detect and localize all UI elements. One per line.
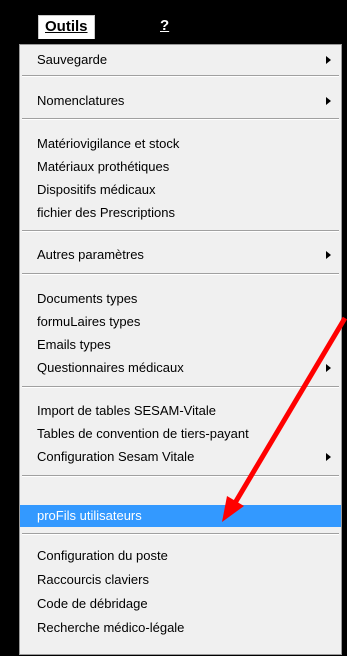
outils-dropdown-menu: Sauvegarde Nomenclatures Matériovigilanc… <box>19 44 342 655</box>
menu-item-emails-types[interactable]: Emails types <box>20 334 341 356</box>
submenu-arrow-icon <box>326 97 331 105</box>
menu-item-label: Questionnaires médicaux <box>37 360 184 375</box>
menu-item-sauvegarde[interactable]: Sauvegarde <box>20 49 341 71</box>
menu-item-label: Code de débridage <box>37 596 148 611</box>
menu-separator <box>22 230 339 232</box>
menu-separator <box>22 533 339 535</box>
menu-help[interactable]: ? <box>160 17 169 34</box>
menu-item-formulaires-types[interactable]: formuLaires types <box>20 311 341 333</box>
menu-item-profils-utilisateurs[interactable]: proFils utilisateurs <box>20 505 341 527</box>
menu-outils-label: Outils <box>45 18 88 35</box>
menu-item-nomenclatures[interactable]: Nomenclatures <box>20 90 341 112</box>
menu-item-label: Tables de convention de tiers-payant <box>37 426 249 441</box>
menu-item-label: proFils utilisateurs <box>37 508 142 523</box>
menu-item-questionnaires[interactable]: Questionnaires médicaux <box>20 357 341 379</box>
menu-separator <box>22 118 339 120</box>
menu-item-dispositifs-medicaux[interactable]: Dispositifs médicaux <box>20 179 341 201</box>
menu-item-label: Matériaux prothétiques <box>37 159 170 174</box>
menu-item-prescriptions[interactable]: fichier des Prescriptions <box>20 202 341 224</box>
menu-item-label: Sauvegarde <box>37 52 108 67</box>
menu-item-materiaux-prothetiques[interactable]: Matériaux prothétiques <box>20 156 341 178</box>
menu-item-label: fichier des Prescriptions <box>37 205 175 220</box>
menu-item-autres-parametres[interactable]: Autres paramètres <box>20 244 341 266</box>
menu-item-label: Matériovigilance et stock <box>37 136 180 151</box>
menu-item-label: Autres paramètres <box>37 247 144 262</box>
submenu-arrow-icon <box>326 364 331 372</box>
menu-item-configuration-sesam[interactable]: Configuration Sesam Vitale <box>20 446 341 468</box>
menu-bar: Outils ? <box>0 0 347 44</box>
menu-item-tables-convention[interactable]: Tables de convention de tiers-payant <box>20 423 341 445</box>
menu-item-label: Documents types <box>37 291 138 306</box>
menu-item-code-debridage[interactable]: Code de débridage <box>20 593 341 615</box>
menu-separator <box>22 475 339 477</box>
menu-item-label: Configuration Sesam Vitale <box>37 449 195 464</box>
menu-item-materiovigilance[interactable]: Matériovigilance et stock <box>20 133 341 155</box>
submenu-arrow-icon <box>326 56 331 64</box>
menu-item-import-sesam[interactable]: Import de tables SESAM-Vitale <box>20 400 341 422</box>
menu-item-label: Dispositifs médicaux <box>37 182 156 197</box>
menu-separator <box>22 75 339 77</box>
submenu-arrow-icon <box>326 251 331 259</box>
menu-item-documents-types[interactable]: Documents types <box>20 288 341 310</box>
menu-help-label: ? <box>160 17 170 34</box>
menu-item-label: Recherche médico-légale <box>37 620 185 635</box>
menu-item-label: Nomenclatures <box>37 93 125 108</box>
menu-separator <box>22 386 339 388</box>
menu-item-label: Emails types <box>37 337 111 352</box>
menu-item-configuration-poste[interactable]: Configuration du poste <box>20 545 341 567</box>
menu-item-raccourcis[interactable]: Raccourcis claviers <box>20 569 341 591</box>
menu-outils[interactable]: Outils <box>38 15 95 39</box>
menu-item-label: Configuration du poste <box>37 548 168 563</box>
menu-item-label: Raccourcis claviers <box>37 572 149 587</box>
submenu-arrow-icon <box>326 453 331 461</box>
menu-item-label: formuLaires types <box>37 314 141 329</box>
menu-item-recherche-medico-legale[interactable]: Recherche médico-légale <box>20 617 341 639</box>
menu-separator <box>22 273 339 275</box>
menu-item-label: Import de tables SESAM-Vitale <box>37 403 216 418</box>
